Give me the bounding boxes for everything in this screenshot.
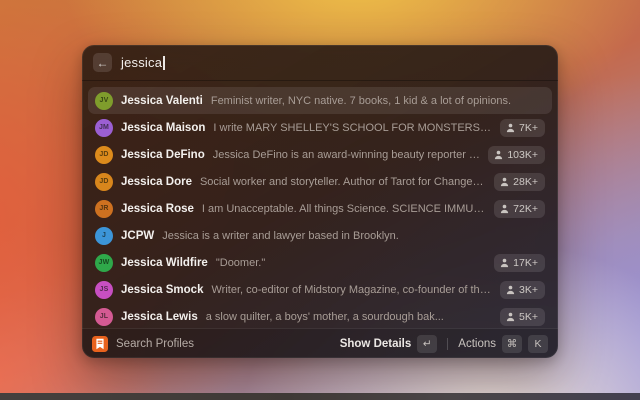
followers-count: 3K+ [519,283,538,296]
search-palette-window: ← jessica JV Jessica Valenti Feminist wr… [82,45,558,358]
person-icon [506,123,515,132]
person-icon [501,204,509,213]
result-name: Jessica Maison [121,121,206,134]
results-list: JV Jessica Valenti Feminist writer, NYC … [82,81,558,328]
followers-count: 5K+ [519,310,538,323]
screen-bottom-strip [0,393,640,400]
footer-actions: Show Details ↵ Actions ⌘ K [340,334,548,353]
result-description: Social worker and storyteller. Author of… [199,175,487,188]
search-bar: ← jessica [82,45,558,81]
result-row[interactable]: JM Jessica Maison I write MARY SHELLEY'S… [88,114,552,141]
person-icon [506,285,515,294]
footer-divider [447,337,449,350]
followers-count: 17K+ [513,256,538,269]
return-key-icon: ↵ [417,334,438,353]
result-description: Jessica is a writer and lawyer based in … [162,229,399,242]
result-name: Jessica Wildfire [121,256,208,269]
result-name: Jessica Dore [121,175,192,188]
k-key-icon: K [528,334,548,353]
back-arrow-icon: ← [96,55,109,70]
result-row[interactable]: JD Jessica DeFino Jessica DeFino is an a… [88,141,552,168]
person-icon [501,258,509,267]
result-description: Jessica DeFino is an award-winning beaut… [212,148,481,161]
result-description: Writer, co-editor of Midstory Magazine, … [211,283,492,296]
result-name: Jessica Lewis [121,310,198,323]
avatar: JD [95,172,113,191]
back-button[interactable]: ← [93,53,112,72]
followers-badge: 5K+ [500,307,545,326]
result-description: I write MARY SHELLEY'S SCHOOL FOR MONSTE… [213,121,492,134]
result-row[interactable]: JL Jessica Lewis a slow quilter, a boys'… [88,303,552,328]
result-row[interactable]: JS Jessica Smock Writer, co-editor of Mi… [88,276,552,303]
person-icon [506,312,515,321]
result-name: Jessica DeFino [121,148,205,161]
avatar: J [95,226,113,245]
app-logo-icon [92,335,108,352]
result-name: Jessica Valenti [121,94,203,107]
avatar: JD [95,145,113,164]
result-row[interactable]: JD Jessica Dore Social worker and storyt… [88,168,552,195]
followers-badge: 103K+ [488,145,545,164]
avatar: JW [95,253,113,272]
show-details-button[interactable]: Show Details [340,338,412,350]
result-description: I am Unacceptable. All things Science. S… [201,202,486,215]
result-row[interactable]: JV Jessica Valenti Feminist writer, NYC … [88,87,552,114]
result-name: Jessica Rose [121,202,194,215]
followers-badge: 7K+ [500,118,545,137]
person-icon [501,177,509,186]
followers-count: 7K+ [519,121,538,134]
followers-badge: 28K+ [494,172,545,191]
followers-badge: 17K+ [494,253,545,272]
result-row[interactable]: JW Jessica Wildfire "Doomer." 17K+ [88,249,552,276]
search-input[interactable]: jessica [121,55,165,70]
avatar: JM [95,118,113,137]
followers-badge: 3K+ [500,280,545,299]
avatar: JS [95,280,113,299]
result-name: Jessica Smock [121,283,204,296]
footer-bar: Search Profiles Show Details ↵ Actions ⌘… [82,328,558,358]
result-description: Feminist writer, NYC native. 7 books, 1 … [210,94,512,107]
result-row[interactable]: JR Jessica Rose I am Unacceptable. All t… [88,195,552,222]
actions-button[interactable]: Actions [458,338,496,350]
followers-count: 28K+ [513,175,538,188]
result-name: JCPW [121,229,155,242]
search-query-text: jessica [121,55,163,70]
person-icon [495,150,503,159]
command-title: Search Profiles [116,337,194,350]
avatar: JL [95,307,113,326]
avatar: JV [95,91,113,110]
followers-count: 72K+ [513,202,538,215]
followers-count: 103K+ [507,148,538,161]
text-caret [163,55,165,70]
cmd-key-icon: ⌘ [502,334,522,353]
result-row[interactable]: J JCPW Jessica is a writer and lawyer ba… [88,222,552,249]
avatar: JR [95,199,113,218]
result-description: "Doomer." [215,256,266,269]
result-description: a slow quilter, a boys' mother, a sourdo… [205,310,444,323]
desktop-background: ← jessica JV Jessica Valenti Feminist wr… [0,0,640,400]
followers-badge: 72K+ [494,199,545,218]
